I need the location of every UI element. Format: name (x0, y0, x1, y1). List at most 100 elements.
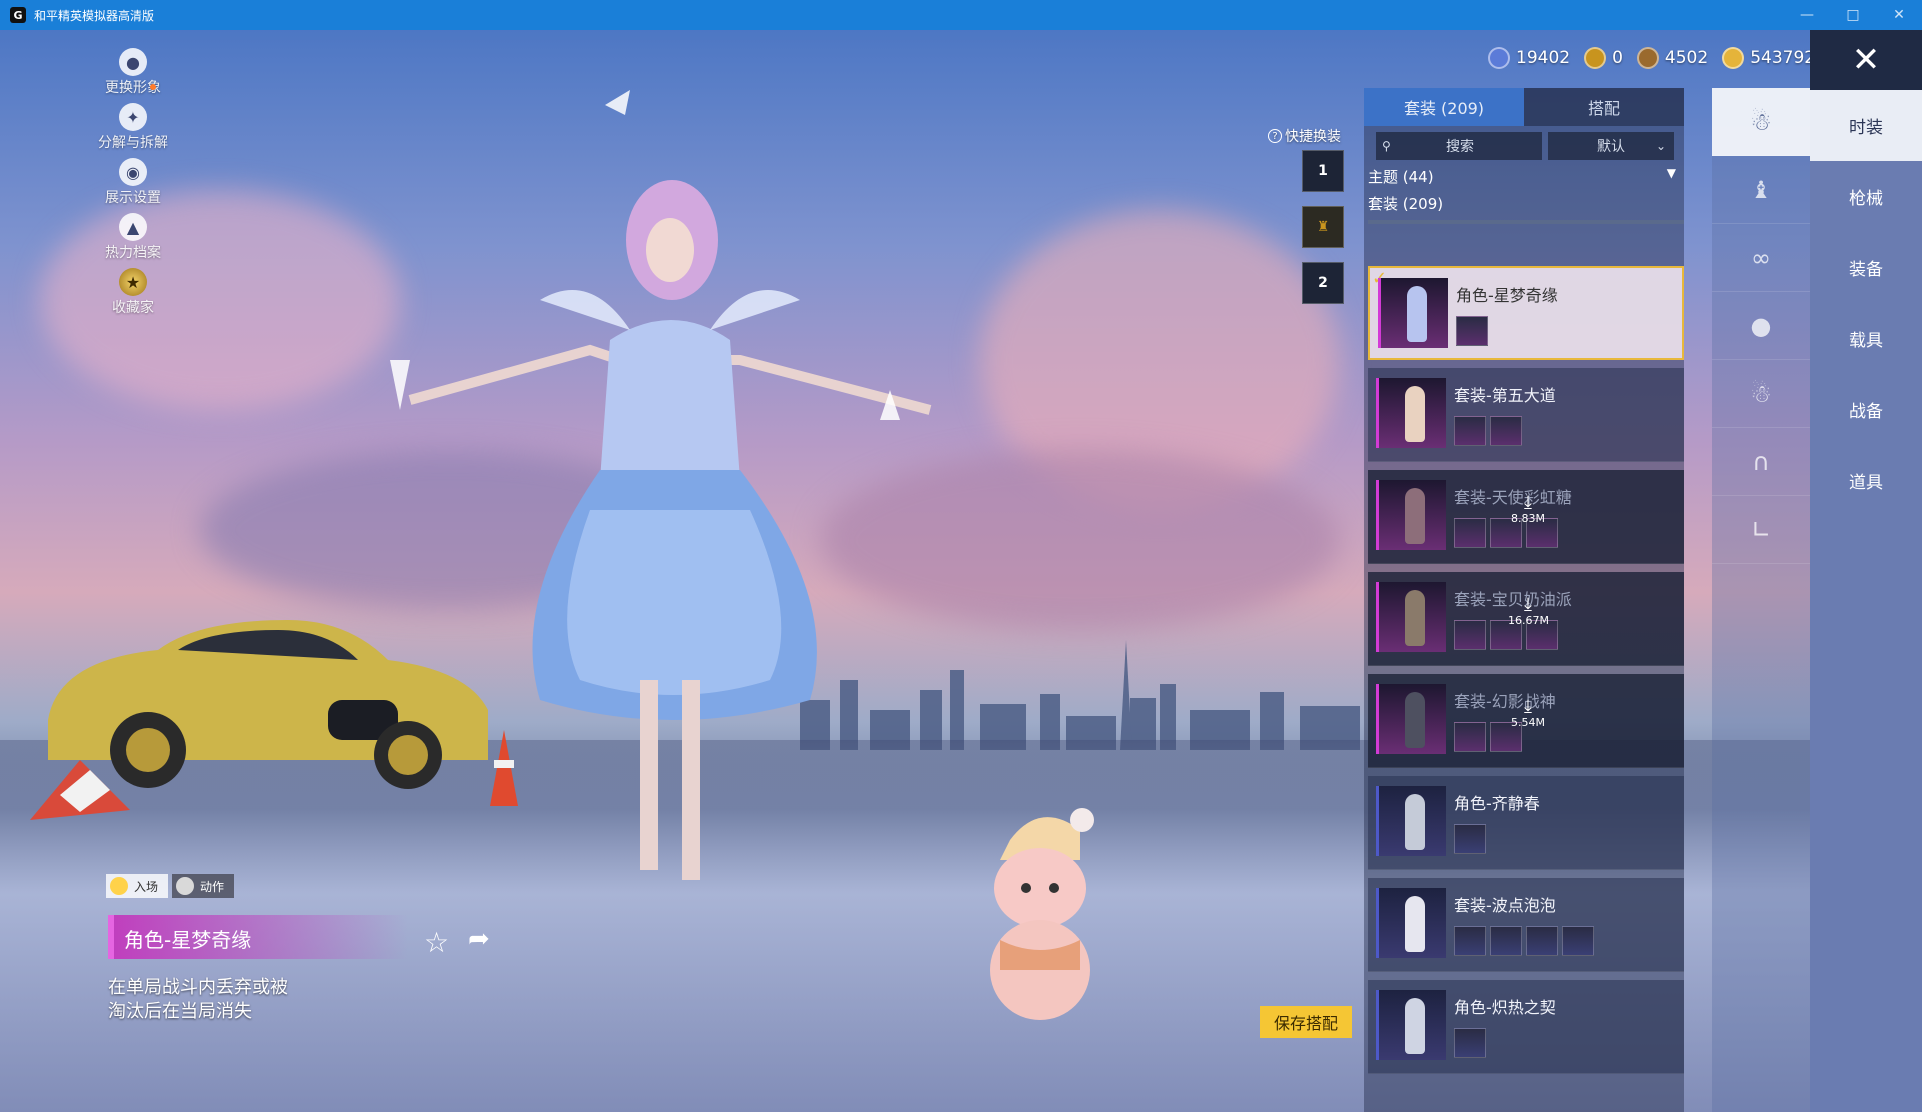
outfit-item[interactable]: 套装-幻影战神 ⤓ 5.54M (1368, 674, 1684, 768)
gold-token-icon (1584, 47, 1607, 69)
notification-dot (150, 84, 156, 90)
decompose-button[interactable]: ✦ 分解与拆解 (88, 103, 178, 158)
outfit-parts (1454, 1028, 1490, 1058)
outfit-item[interactable]: 角色-炽热之契 (1368, 980, 1684, 1074)
display-settings-button[interactable]: ◉ 展示设置 (88, 158, 178, 213)
category-shoes[interactable]: ∟ (1712, 496, 1810, 564)
category-character[interactable]: ☃ (1712, 88, 1810, 156)
outfit-tabs: 套装 (209) 搭配 (1364, 88, 1684, 126)
quick-slot-2[interactable]: 2 (1302, 262, 1344, 304)
caret-down-icon: ▼ (1666, 166, 1676, 180)
nav-battle-prep[interactable]: 战备 (1810, 374, 1922, 445)
download-size: 5.54M (1511, 716, 1545, 729)
outfit-thumbnail (1376, 582, 1446, 652)
outfit-parts (1454, 416, 1526, 446)
download-indicator[interactable]: ⤓ 8.83M (1508, 492, 1548, 526)
quick-change-label: 快捷换装 (1285, 129, 1341, 145)
outfit-part-icon (1454, 722, 1486, 752)
right-category-nav: 时装 枪械 装备 载具 战备 道具 (1810, 90, 1922, 1112)
search-row: ⚲ 搜索 默认 ⌄ (1376, 132, 1684, 160)
medal-icon: ★ (119, 268, 147, 296)
shoes-icon: ∟ (1750, 515, 1772, 544)
outfit-thumbnail (1376, 786, 1446, 856)
nav-props[interactable]: 道具 (1810, 445, 1922, 516)
download-size: 16.67M (1508, 614, 1549, 627)
currency-value: 4502 (1664, 48, 1709, 68)
currency-gold[interactable]: 543792 (1722, 47, 1815, 69)
minimize-button[interactable]: — (1784, 0, 1830, 30)
quick-slot-1[interactable]: 1 (1302, 150, 1344, 192)
download-icon: ⤓ (1524, 696, 1532, 717)
window-titlebar: G 和平精英模拟器高清版 — □ ✕ (0, 0, 1922, 30)
save-outfit-button[interactable]: 保存搭配 (1260, 1006, 1352, 1038)
favorite-star-icon[interactable]: ☆ (424, 926, 449, 959)
category-glasses[interactable]: ∞ (1712, 224, 1810, 292)
character-part-icon (1454, 824, 1486, 854)
currency-globe[interactable]: 19402 (1488, 47, 1570, 69)
person-icon (176, 877, 195, 895)
action-animation-button[interactable]: 动作 (172, 874, 235, 898)
nav-equipment[interactable]: 装备 (1810, 232, 1922, 303)
outfit-parts (1454, 926, 1598, 956)
tab-outfits[interactable]: 套装 (209) (1364, 88, 1524, 126)
outfit-item[interactable]: 角色-齐静春 (1368, 776, 1684, 870)
download-icon: ⤓ (1524, 594, 1532, 615)
category-mask[interactable]: ● (1712, 292, 1810, 360)
category-pants[interactable]: ∩ (1712, 428, 1810, 496)
outfit-part-icon (1454, 926, 1486, 956)
gold-coin-icon (1722, 47, 1745, 69)
download-icon: ⤓ (1524, 492, 1532, 513)
avatar-icon: ● (119, 48, 147, 76)
download-indicator[interactable]: ⤓ 16.67M (1508, 594, 1549, 628)
nav-weapons[interactable]: 枪械 (1810, 161, 1922, 232)
category-hat[interactable]: ♝ (1712, 156, 1810, 224)
category-outfit[interactable]: ☃ (1712, 360, 1810, 428)
outfit-parts (1456, 316, 1492, 346)
outfit-item[interactable]: 套装-宝贝奶油派 ⤓ 16.67M (1368, 572, 1684, 666)
quick-slot-locked[interactable]: ♜ (1302, 206, 1344, 248)
quick-change-title[interactable]: ? 快捷换装 (1268, 126, 1341, 146)
nav-vehicles[interactable]: 载具 (1810, 303, 1922, 374)
collector-label: 收藏家 (112, 300, 154, 316)
close-panel-button[interactable]: ✕ (1810, 30, 1922, 90)
outfit-thumbnail (1376, 684, 1446, 754)
currency-bronze[interactable]: 4502 (1636, 47, 1709, 69)
flame-icon: ▲ (119, 213, 147, 241)
outfit-item[interactable]: 套装-天使彩虹糖 ⤓ 8.83M (1368, 470, 1684, 564)
mask-icon: ● (1750, 311, 1772, 340)
share-icon[interactable]: ➦ (468, 924, 490, 954)
animation-bar: 入场 动作 (106, 874, 238, 898)
outfit-name: 套装-第五大道 (1454, 386, 1556, 405)
entrance-animation-button[interactable]: 入场 (106, 874, 169, 898)
character-part-icon (1454, 1028, 1486, 1058)
change-appearance-button[interactable]: ● 更换形象 (88, 48, 178, 103)
currency-token[interactable]: 0 (1584, 47, 1623, 69)
outfit-name: 套装-波点泡泡 (1454, 896, 1556, 915)
search-input[interactable]: ⚲ 搜索 (1376, 132, 1542, 160)
character-part-icon (1456, 316, 1488, 346)
sort-dropdown[interactable]: 默认 ⌄ (1548, 132, 1674, 160)
outfit-part-icon (1454, 518, 1486, 548)
outfit-list-panel: 套装 (209) 搭配 ⚲ 搜索 默认 ⌄ 主题 (44) ▼ 套装 (209)… (1364, 88, 1684, 1112)
globe-coin-icon (1488, 47, 1510, 69)
sort-value: 默认 (1597, 139, 1625, 155)
section-divider (1368, 220, 1684, 224)
search-placeholder: 搜索 (1446, 139, 1474, 155)
tab-mix-match[interactable]: 搭配 (1524, 88, 1684, 126)
heat-archive-button[interactable]: ▲ 热力档案 (88, 213, 178, 268)
outfit-part-icon (1490, 416, 1522, 446)
download-size: 8.83M (1511, 512, 1545, 525)
eye-icon: ◉ (119, 158, 147, 186)
outfit-item[interactable]: 套装-波点泡泡 (1368, 878, 1684, 972)
window-close-button[interactable]: ✕ (1876, 0, 1922, 30)
outfit-item[interactable]: ✓ 角色-星梦奇缘 (1368, 266, 1684, 360)
nav-fashion[interactable]: 时装 (1810, 90, 1922, 161)
shield-icon: ♜ (1316, 219, 1330, 235)
outfit-thumbnail (1376, 480, 1446, 550)
outfit-item[interactable]: 套装-第五大道 (1368, 368, 1684, 462)
download-indicator[interactable]: ⤓ 5.54M (1508, 696, 1548, 730)
theme-filter[interactable]: 主题 (44) ▼ (1368, 166, 1684, 187)
outfit-thumbnail (1378, 278, 1448, 348)
collector-button[interactable]: ★ 收藏家 (88, 268, 178, 323)
maximize-button[interactable]: □ (1830, 0, 1876, 30)
